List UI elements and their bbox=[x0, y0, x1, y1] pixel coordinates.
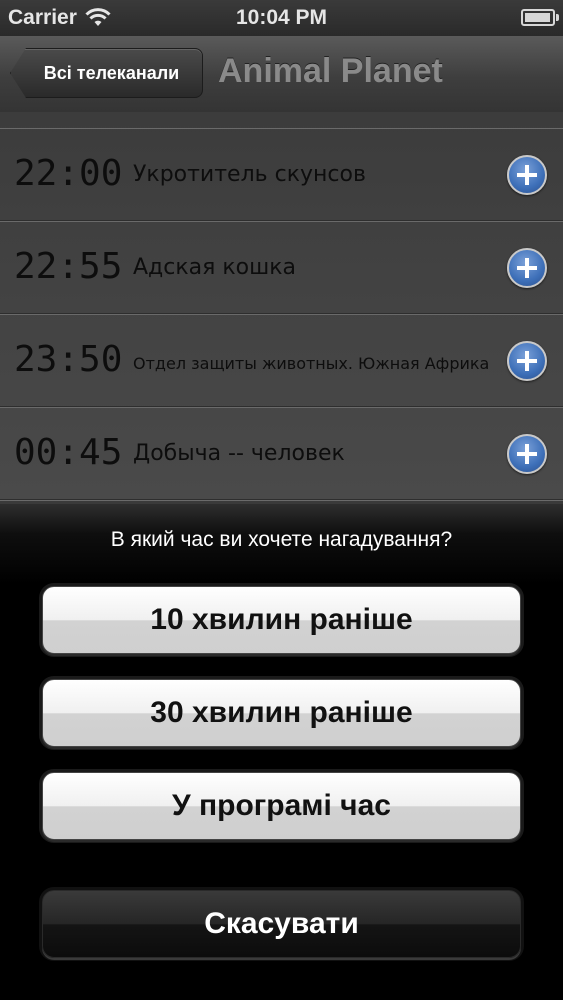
program-title: Добыча -- человек bbox=[133, 441, 345, 466]
remind-10-min-button[interactable]: 10 хвилин раніше bbox=[42, 586, 521, 654]
status-time: 10:04 PM bbox=[235, 6, 328, 29]
page-title: Animal Planet bbox=[218, 52, 443, 90]
program-list: 22:00 Укротитель скунсов 22:55 Адская ко… bbox=[0, 112, 563, 501]
program-row[interactable]: 22:55 Адская кошка bbox=[0, 222, 563, 315]
add-reminder-icon[interactable] bbox=[507, 248, 547, 288]
program-row[interactable]: 23:50 Отдел защиты животных. Южная Африк… bbox=[0, 315, 563, 408]
back-button[interactable]: Всі телеканали bbox=[10, 48, 203, 98]
remind-10-min-label: 10 хвилин раніше bbox=[150, 603, 413, 636]
program-title: Адская кошка bbox=[133, 255, 297, 280]
add-reminder-icon[interactable] bbox=[507, 434, 547, 474]
status-bar: Carrier 10:04 PM bbox=[0, 0, 563, 36]
list-top-divider bbox=[0, 112, 563, 129]
program-title: Укротитель скунсов bbox=[133, 162, 366, 187]
program-time: 00:45 bbox=[14, 432, 123, 473]
program-time: 23:50 bbox=[14, 339, 123, 380]
remind-at-start-button[interactable]: У програмі час bbox=[42, 772, 521, 840]
program-row[interactable]: 00:45 Добыча -- человек bbox=[0, 408, 563, 501]
program-title: Отдел защиты животных. Южная Африка bbox=[133, 354, 490, 373]
remind-30-min-label: 30 хвилин раніше bbox=[150, 696, 413, 729]
program-time: 22:55 bbox=[14, 246, 123, 287]
add-reminder-icon[interactable] bbox=[507, 155, 547, 195]
navigation-bar: Всі телеканали Animal Planet bbox=[0, 36, 563, 113]
reminder-action-sheet: В який час ви хочете нагадування? 10 хви… bbox=[0, 504, 563, 1000]
add-reminder-icon[interactable] bbox=[507, 341, 547, 381]
program-time: 22:00 bbox=[14, 153, 123, 194]
cancel-button-label: Скасувати bbox=[204, 907, 359, 940]
app-screen: Carrier 10:04 PM Всі телеканали Animal P… bbox=[0, 0, 563, 1000]
remind-30-min-button[interactable]: 30 хвилин раніше bbox=[42, 679, 521, 747]
action-sheet-prompt: В який час ви хочете нагадування? bbox=[110, 528, 453, 551]
back-button-label: Всі телеканали bbox=[43, 62, 180, 83]
program-row[interactable]: 22:00 Укротитель скунсов bbox=[0, 129, 563, 222]
remind-at-start-label: У програмі час bbox=[172, 789, 391, 822]
battery-level bbox=[525, 13, 550, 22]
battery-icon bbox=[521, 9, 559, 26]
cancel-button[interactable]: Скасувати bbox=[42, 890, 521, 958]
